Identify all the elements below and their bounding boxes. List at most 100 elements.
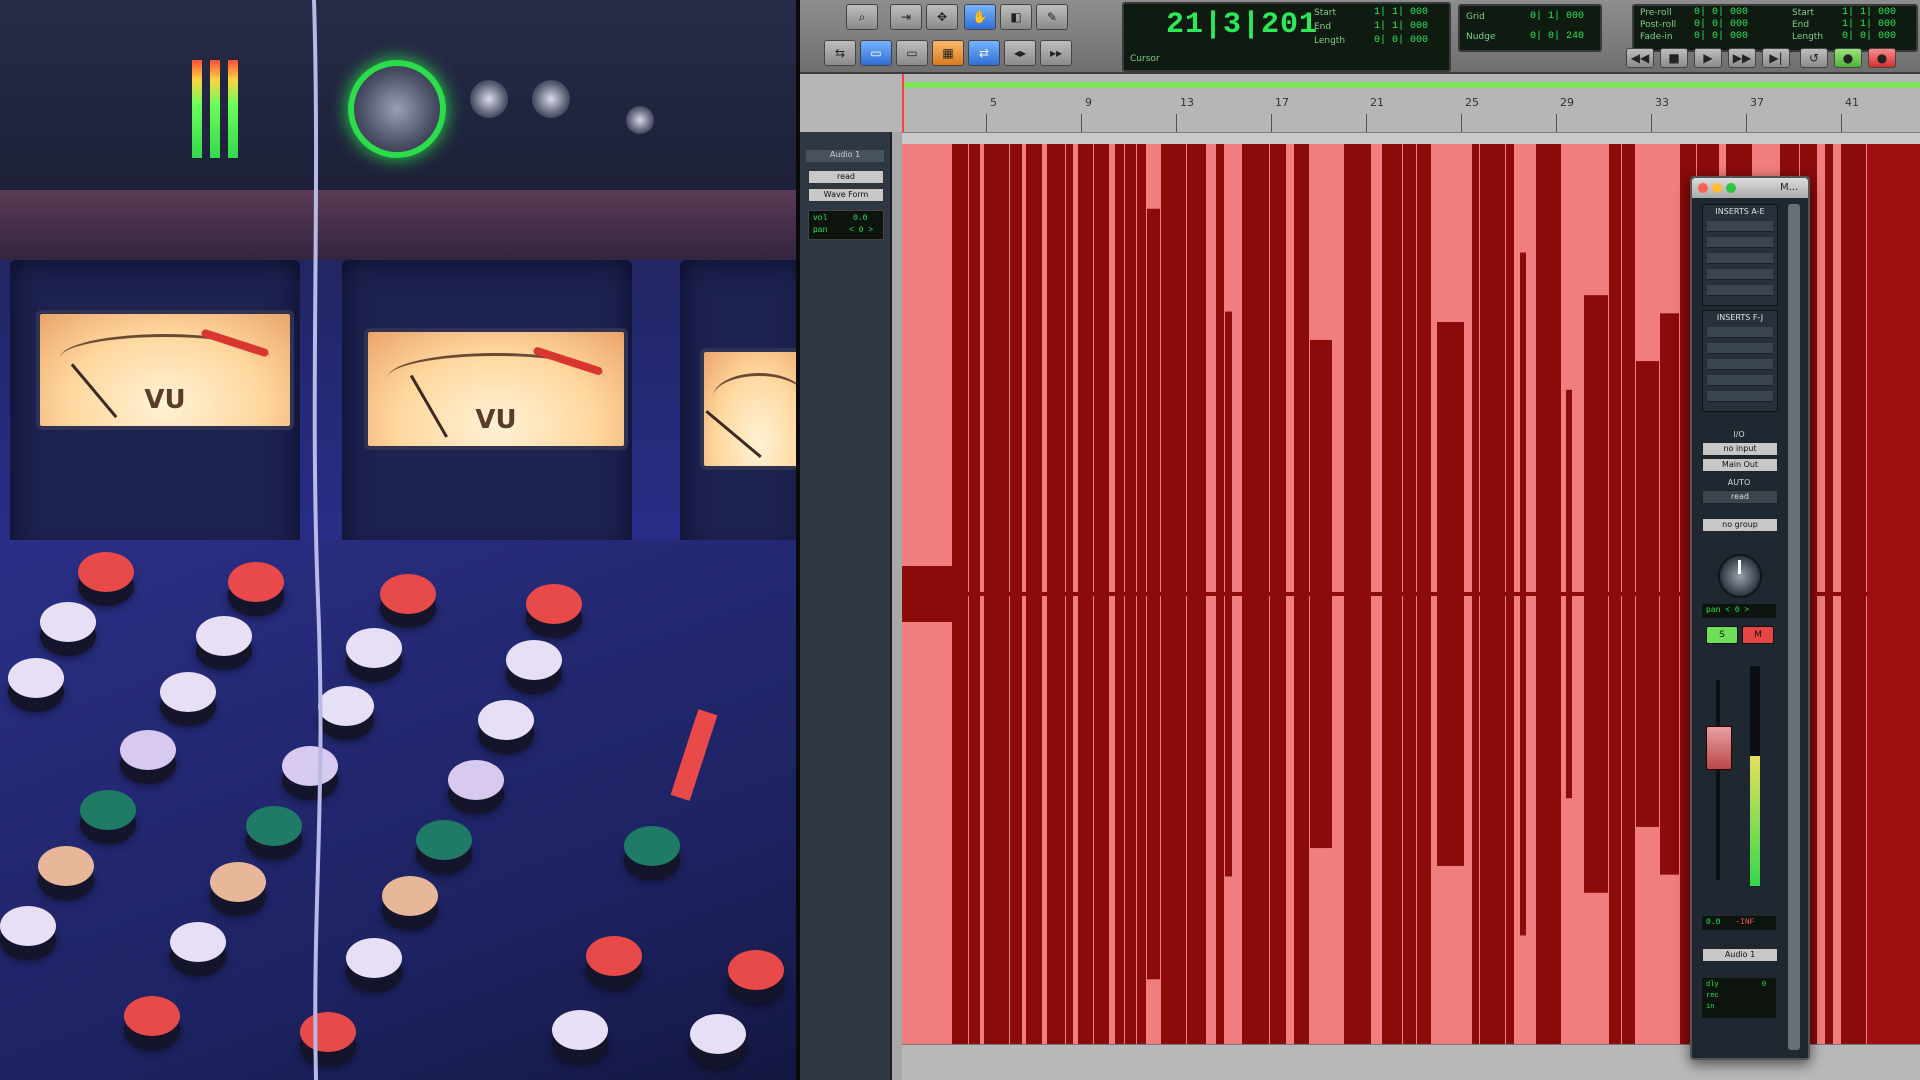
end-label: End <box>1314 22 1332 32</box>
console-knob <box>478 700 534 740</box>
grid-value[interactable]: 0| 1| 000 <box>1530 11 1584 22</box>
insert-slot[interactable] <box>1707 253 1773 264</box>
ruler-bar-label: 37 <box>1750 96 1764 109</box>
fade-in-value[interactable]: 0| 0| 000 <box>1694 31 1748 42</box>
close-icon[interactable] <box>1698 183 1708 193</box>
vertical-scrollbar[interactable] <box>892 132 902 1080</box>
console-knob <box>80 790 136 830</box>
vu-meter-3 <box>700 348 796 470</box>
output-selector[interactable]: Main Out <box>1702 458 1778 472</box>
end-value[interactable]: 1| 1| 000 <box>1374 21 1428 32</box>
led-meter-left <box>192 60 202 158</box>
inserts-ae-label: INSERTS A-E <box>1715 207 1765 216</box>
playhead-cursor[interactable] <box>902 74 904 132</box>
meter-peak-value: -INF <box>1735 918 1755 927</box>
selection-end-value[interactable]: 1| 1| 000 <box>1842 19 1896 30</box>
mute-button[interactable]: M <box>1742 626 1774 644</box>
maximize-icon[interactable] <box>1726 183 1736 193</box>
mixer-track-name[interactable]: Audio 1 <box>1702 948 1778 962</box>
console-knob <box>0 906 56 946</box>
online-button[interactable]: ● <box>1834 48 1862 68</box>
pre-roll-value[interactable]: 0| 0| 000 <box>1694 7 1748 18</box>
group-selector[interactable]: no group <box>1702 518 1778 532</box>
studio-photo: 5 VU VU <box>0 0 796 1080</box>
trim-tool-icon[interactable]: ⇥ <box>890 4 922 30</box>
post-roll-value[interactable]: 0| 0| 000 <box>1694 19 1748 30</box>
selection-length-value[interactable]: 0| 0| 000 <box>1842 31 1896 42</box>
input-selector[interactable]: no input <box>1702 442 1778 456</box>
start-value[interactable]: 1| 1| 000 <box>1374 7 1428 18</box>
console-knob <box>124 996 180 1036</box>
pencil-tool-icon[interactable]: ✎ <box>1036 4 1068 30</box>
console-knob <box>690 1014 746 1054</box>
insert-slot[interactable] <box>1707 269 1773 280</box>
main-counter[interactable]: 21|3|201 Cursor Start End Length 1| 1| 0… <box>1122 2 1451 72</box>
timeline-ruler[interactable]: 5 9 13 17 21 25 29 33 37 41 <box>800 74 1920 133</box>
ruler-bar-label: 29 <box>1560 96 1574 109</box>
console-knob <box>196 616 252 656</box>
mixer-volume-display: 0.0 -INF <box>1702 916 1776 930</box>
insert-slot[interactable] <box>1707 285 1773 296</box>
insert-slot[interactable] <box>1707 221 1773 232</box>
nav-back-button[interactable]: ◂▸ <box>1004 40 1036 66</box>
slip-mode-button[interactable]: ▭ <box>860 40 892 66</box>
grid-mode-button[interactable]: ▦ <box>932 40 964 66</box>
bottom-label-2: in <box>1706 1003 1715 1011</box>
track-view-selector[interactable]: Wave Form <box>808 188 884 202</box>
play-button[interactable]: ▶ <box>1694 48 1722 68</box>
length-value[interactable]: 0| 0| 000 <box>1374 35 1428 46</box>
pre-roll-label: Pre-roll <box>1640 8 1672 18</box>
record-button[interactable]: ● <box>1868 48 1896 68</box>
mix-window[interactable]: M... INSERTS A-E INSERTS F-J I/O no inpu… <box>1690 176 1810 1060</box>
mixer-vol-value[interactable]: 0.0 <box>1706 918 1720 927</box>
automation-mode-button[interactable]: read <box>808 170 884 184</box>
vol-value[interactable]: 0.0 <box>853 214 867 223</box>
console-knob <box>526 584 582 624</box>
nav-forward-button[interactable]: ▸▸ <box>1040 40 1072 66</box>
spot-mode-button[interactable]: ▭ <box>896 40 928 66</box>
volume-fader[interactable] <box>1706 726 1732 770</box>
console-knob <box>160 672 216 712</box>
grabber-tool-icon[interactable]: ✋ <box>964 4 996 30</box>
mix-window-titlebar[interactable]: M... <box>1692 178 1808 198</box>
zoom-tool-icon[interactable]: ⌕ <box>846 4 878 30</box>
ruler-tick <box>1081 114 1082 132</box>
nudge-value[interactable]: 0| 0| 240 <box>1530 31 1584 42</box>
mixer-scrollbar[interactable] <box>1788 204 1800 1050</box>
led-meter-right <box>210 60 220 158</box>
insert-slot[interactable] <box>1707 343 1773 354</box>
insert-slot[interactable] <box>1707 391 1773 402</box>
fade-in-label: Fade-in <box>1640 32 1673 42</box>
stop-button[interactable]: ■ <box>1660 48 1688 68</box>
rewind-button[interactable]: ◀◀ <box>1626 48 1654 68</box>
loop-button[interactable]: ↺ <box>1800 48 1828 68</box>
scrubber-tool-icon[interactable]: ◧ <box>1000 4 1032 30</box>
loop-range-bar[interactable] <box>904 82 1920 88</box>
mixer-pan-value[interactable]: < 0 > <box>1725 606 1749 615</box>
insert-slot[interactable] <box>1707 359 1773 370</box>
insert-slot[interactable] <box>1707 375 1773 386</box>
insert-slot[interactable] <box>1707 237 1773 248</box>
selection-start-value[interactable]: 1| 1| 000 <box>1842 7 1896 18</box>
track-name[interactable]: Audio 1 <box>806 150 884 162</box>
ruler-tick <box>1271 114 1272 132</box>
pre-post-roll-box[interactable]: Pre-roll Post-roll Fade-in 0| 0| 000 0| … <box>1632 4 1918 52</box>
shuffle-mode-button[interactable]: ⇆ <box>824 40 856 66</box>
grid-nudge-box[interactable]: Grid Nudge 0| 1| 000 0| 0| 240 <box>1458 4 1602 52</box>
wood-shelf <box>0 190 796 260</box>
go-to-end-button[interactable]: ▶| <box>1762 48 1790 68</box>
mixer-pan-label: pan <box>1706 606 1721 615</box>
pan-knob[interactable] <box>1718 554 1762 598</box>
automation-mode-selector[interactable]: read <box>1702 490 1778 504</box>
solo-button[interactable]: S <box>1706 626 1738 644</box>
pan-value[interactable]: < 0 > <box>849 226 873 235</box>
minimize-icon[interactable] <box>1712 183 1722 193</box>
fast-forward-button[interactable]: ▶▶ <box>1728 48 1756 68</box>
select-tool-icon[interactable]: ✥ <box>926 4 958 30</box>
ruler-tick <box>1176 114 1177 132</box>
inserts-ae-panel[interactable]: INSERTS A-E <box>1702 204 1778 306</box>
mix-window-title: M... <box>1780 182 1799 193</box>
insert-slot[interactable] <box>1707 327 1773 338</box>
link-button[interactable]: ⇄ <box>968 40 1000 66</box>
inserts-fj-panel[interactable]: INSERTS F-J <box>1702 310 1778 412</box>
